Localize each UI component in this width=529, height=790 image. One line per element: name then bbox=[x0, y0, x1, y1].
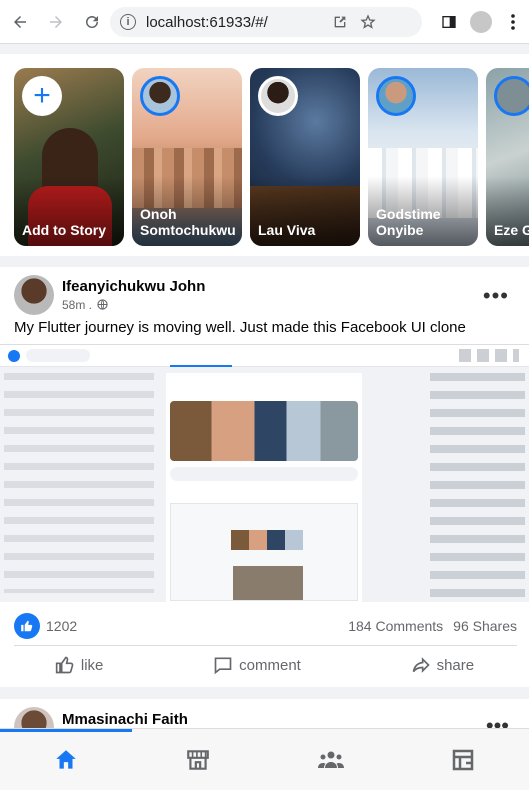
stories-section: + Add to Story Onoh Somtochukwu Lau Viva… bbox=[0, 54, 529, 256]
story-avatar-icon bbox=[494, 76, 529, 116]
comment-icon bbox=[214, 657, 232, 675]
share-count[interactable]: 96 Shares bbox=[453, 618, 517, 634]
site-info-icon[interactable]: i bbox=[120, 14, 136, 30]
story-avatar-icon bbox=[258, 76, 298, 116]
profile-avatar-icon bbox=[470, 11, 492, 33]
story-avatar-icon bbox=[140, 76, 180, 116]
url-text: localhost:61933/#/ bbox=[146, 13, 268, 31]
post-header: Ifeanyichukwu John 58m . bbox=[14, 275, 205, 315]
share-button[interactable]: share bbox=[411, 655, 475, 675]
story-label: Godstime Onyibe bbox=[376, 206, 441, 238]
address-bar[interactable]: i localhost:61933/#/ bbox=[110, 7, 422, 37]
story-card-lau[interactable]: Lau Viva bbox=[250, 68, 360, 246]
post-stats: 1202 184 Comments 96 Shares bbox=[14, 613, 517, 639]
story-label: Onoh Somtochukwu bbox=[140, 206, 236, 238]
nav-pages-tab[interactable] bbox=[397, 729, 529, 790]
forward-arrow-icon bbox=[50, 15, 62, 28]
profile-button[interactable] bbox=[465, 6, 497, 38]
globe-icon bbox=[97, 299, 109, 310]
pages-icon bbox=[452, 749, 474, 770]
post-author[interactable]: Ifeanyichukwu John bbox=[62, 278, 205, 295]
home-icon bbox=[56, 749, 76, 769]
comment-label: comment bbox=[239, 656, 301, 674]
comment-count[interactable]: 184 Comments bbox=[348, 618, 443, 634]
side-panel-button[interactable] bbox=[433, 6, 465, 38]
like-label: like bbox=[80, 656, 104, 674]
story-avatar-icon bbox=[376, 76, 416, 116]
comment-button[interactable]: comment bbox=[213, 655, 301, 675]
like-count-icon bbox=[14, 613, 40, 639]
author-avatar[interactable] bbox=[14, 275, 54, 315]
story-label: Lau Viva bbox=[258, 222, 316, 238]
store-icon bbox=[187, 749, 210, 770]
bookmark-star-icon[interactable] bbox=[360, 14, 376, 30]
story-label: Eze G bbox=[494, 222, 529, 238]
thumbs-up-icon bbox=[55, 656, 74, 674]
share-arrow-icon bbox=[412, 657, 430, 673]
share-page-icon[interactable] bbox=[332, 14, 348, 30]
post-caption: My Flutter journey is moving well. Just … bbox=[14, 319, 466, 336]
nav-groups-tab[interactable] bbox=[265, 729, 397, 790]
browser-toolbar: i localhost:61933/#/ bbox=[0, 0, 529, 44]
nav-marketplace-tab[interactable] bbox=[132, 729, 264, 790]
story-card-onoh[interactable]: Onoh Somtochukwu bbox=[132, 68, 242, 246]
story-label: Add to Story bbox=[22, 222, 106, 238]
reload-button[interactable] bbox=[76, 6, 108, 38]
browser-menu-button[interactable] bbox=[497, 6, 529, 38]
post-actions: like comment share bbox=[0, 655, 529, 675]
divider bbox=[14, 645, 517, 646]
reload-icon bbox=[86, 15, 98, 28]
groups-icon bbox=[317, 751, 344, 768]
post-image[interactable] bbox=[0, 344, 529, 602]
side-panel-icon bbox=[442, 16, 456, 28]
story-card-godstime[interactable]: Godstime Onyibe bbox=[368, 68, 478, 246]
back-button[interactable] bbox=[4, 6, 36, 38]
back-arrow-icon bbox=[14, 15, 26, 28]
story-card-eze[interactable]: Eze G bbox=[486, 68, 529, 246]
add-story-icon[interactable]: + bbox=[22, 76, 62, 116]
post-more-button[interactable]: ••• bbox=[483, 283, 509, 309]
vertical-dots-icon bbox=[511, 14, 515, 30]
post-author[interactable]: Mmasinachi Faith bbox=[62, 711, 188, 728]
share-label: share bbox=[436, 656, 475, 674]
feed-post: Ifeanyichukwu John 58m . ••• My Flutter … bbox=[0, 267, 529, 687]
forward-button[interactable] bbox=[40, 6, 72, 38]
nav-home-tab[interactable] bbox=[0, 729, 133, 790]
like-button[interactable]: like bbox=[55, 655, 104, 675]
bottom-navigation bbox=[0, 728, 529, 790]
post-time: 58m . bbox=[62, 298, 205, 312]
story-card-add[interactable]: + Add to Story bbox=[14, 68, 124, 246]
like-count[interactable]: 1202 bbox=[46, 618, 77, 634]
